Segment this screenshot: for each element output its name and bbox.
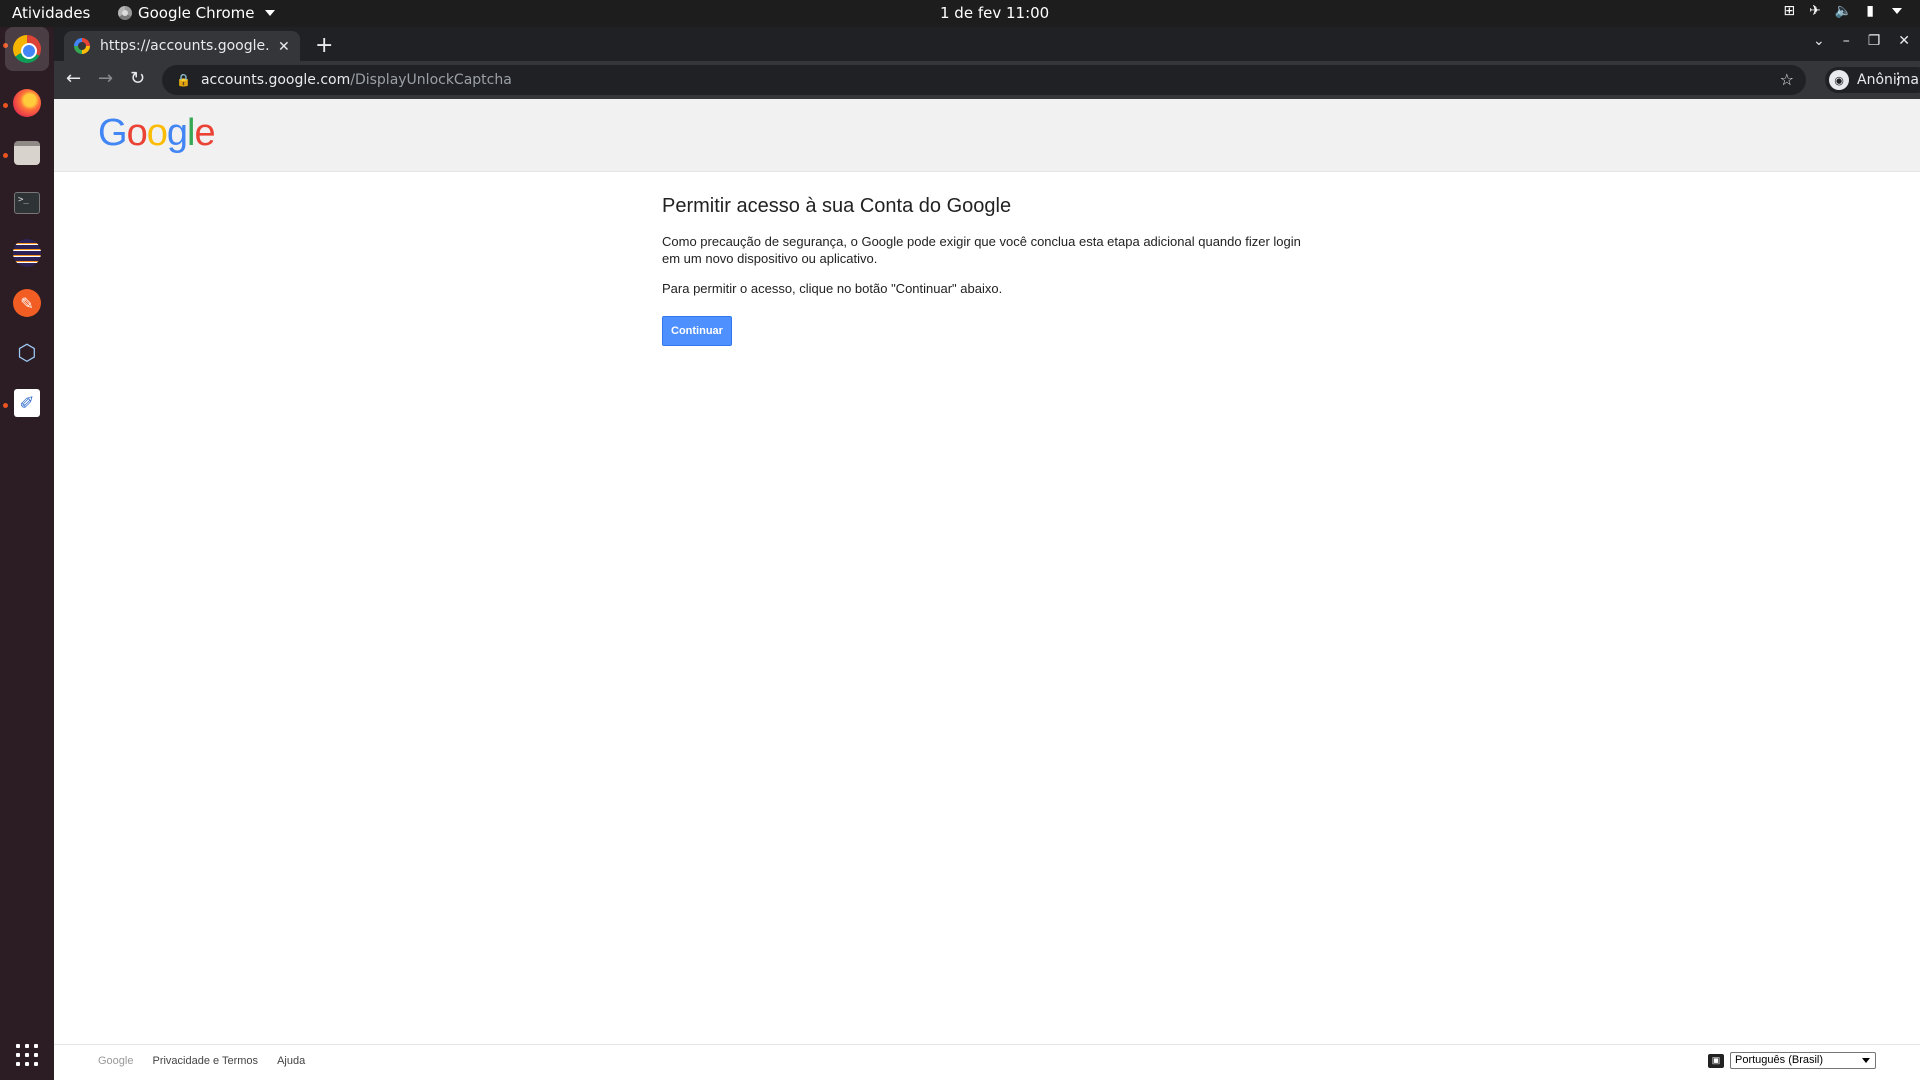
privacy-terms-link[interactable]: Privacidade e Termos [152,1055,258,1067]
tab-search-icon[interactable]: ⌄ [1813,33,1825,49]
page-title: Permitir acesso à sua Conta do Google [662,195,1012,217]
url-path: /DisplayUnlockCaptcha [350,72,512,88]
new-tab-button[interactable]: + [315,33,333,58]
main-content: Permitir acesso à sua Conta do Google Co… [662,195,1312,346]
continue-button[interactable]: Continuar [662,316,732,346]
system-top-bar: Atividades Google Chrome 1 de fev 11:00 … [0,0,1920,27]
address-bar[interactable]: 🔒 accounts.google.com/DisplayUnlockCaptc… [162,65,1806,95]
firefox-icon [13,89,41,117]
tab-accounts-google[interactable]: https://accounts.google.com/DisplayUnloc… [64,31,300,61]
security-description: Como precaução de segurança, o Google po… [662,234,1301,266]
text-editor-icon: ✐ [14,389,40,417]
instruction-text: Para permitir o acesso, clique no botão … [662,281,1003,296]
page-header: Google [54,99,1920,172]
url-host: accounts.google.com [200,72,351,88]
dock-text-editor[interactable]: ✐ [5,381,49,425]
dock-files[interactable] [5,131,49,175]
minimize-icon[interactable]: – [1843,33,1850,49]
language-icon: ▣ [1708,1053,1724,1068]
web-page: Google Permitir acesso à sua Conta do Go… [54,99,1920,1080]
battery-icon: ▮ [1866,3,1874,19]
chrome-menu-icon[interactable]: ⋮ [1890,69,1906,89]
activities-button[interactable]: Atividades [12,4,90,22]
dock-terminal[interactable]: >_ [5,181,49,225]
page-footer: Google Privacidade e Termos Ajuda ▣ Port… [54,1044,1920,1080]
eclipse-icon [13,239,41,267]
airplane-mode-icon: ✈ [1809,3,1821,19]
tab-title: https://accounts.google.com/DisplayUnloc… [100,38,270,54]
dock-eclipse[interactable] [5,231,49,275]
dock-virtualbox[interactable]: ⬡ [5,331,49,375]
show-apps-icon[interactable] [16,1044,38,1066]
bookmark-star-icon[interactable]: ☆ [1780,70,1794,89]
inkscape-icon: ✎ [13,289,41,317]
app-menu-label: Google Chrome [138,4,255,22]
language-picker: ▣ Português (Brasil) [1708,1052,1876,1069]
chrome-app-icon [118,6,132,20]
close-window-icon[interactable]: ✕ [1898,33,1910,49]
profile-label: Anônima [1857,72,1919,88]
incognito-icon: ◉ [1829,70,1849,90]
terminal-icon: >_ [14,192,40,214]
network-icon: ⊞ [1783,3,1796,19]
browser-toolbar: ← → ↻ 🔒 accounts.google.com/DisplayUnloc… [54,61,1920,99]
google-logo: Google [98,112,216,154]
dock: >_ ✎ ⬡ ✐ [0,27,54,1080]
language-select[interactable]: Português (Brasil) [1730,1052,1876,1069]
dock-inkscape[interactable]: ✎ [5,281,49,325]
google-favicon-icon [74,38,90,54]
clock[interactable]: 1 de fev 11:00 [940,4,1049,22]
restore-icon[interactable]: ❐ [1868,33,1881,49]
footer-brand: Google [98,1055,134,1067]
chevron-down-icon [264,10,275,16]
chrome-icon [13,35,41,63]
help-link[interactable]: Ajuda [277,1055,305,1067]
forward-button[interactable]: → [98,68,113,89]
back-button[interactable]: ← [66,68,81,89]
tab-strip: https://accounts.google.com/DisplayUnloc… [54,27,1920,61]
dock-firefox[interactable] [5,81,49,125]
app-menu[interactable]: Google Chrome [118,4,275,22]
volume-icon: 🔈 [1834,3,1853,19]
chevron-down-icon [1892,8,1902,14]
close-tab-icon[interactable]: ✕ [278,38,290,55]
window-controls: ⌄ – ❐ ✕ [1813,33,1910,49]
files-icon [14,141,40,165]
system-tray[interactable]: ⊞ ✈ 🔈 ▮ [1783,3,1902,19]
virtualbox-icon: ⬡ [17,340,37,366]
reload-button[interactable]: ↻ [130,68,145,89]
lock-icon[interactable]: 🔒 [176,73,191,87]
dock-chrome[interactable] [5,27,49,71]
